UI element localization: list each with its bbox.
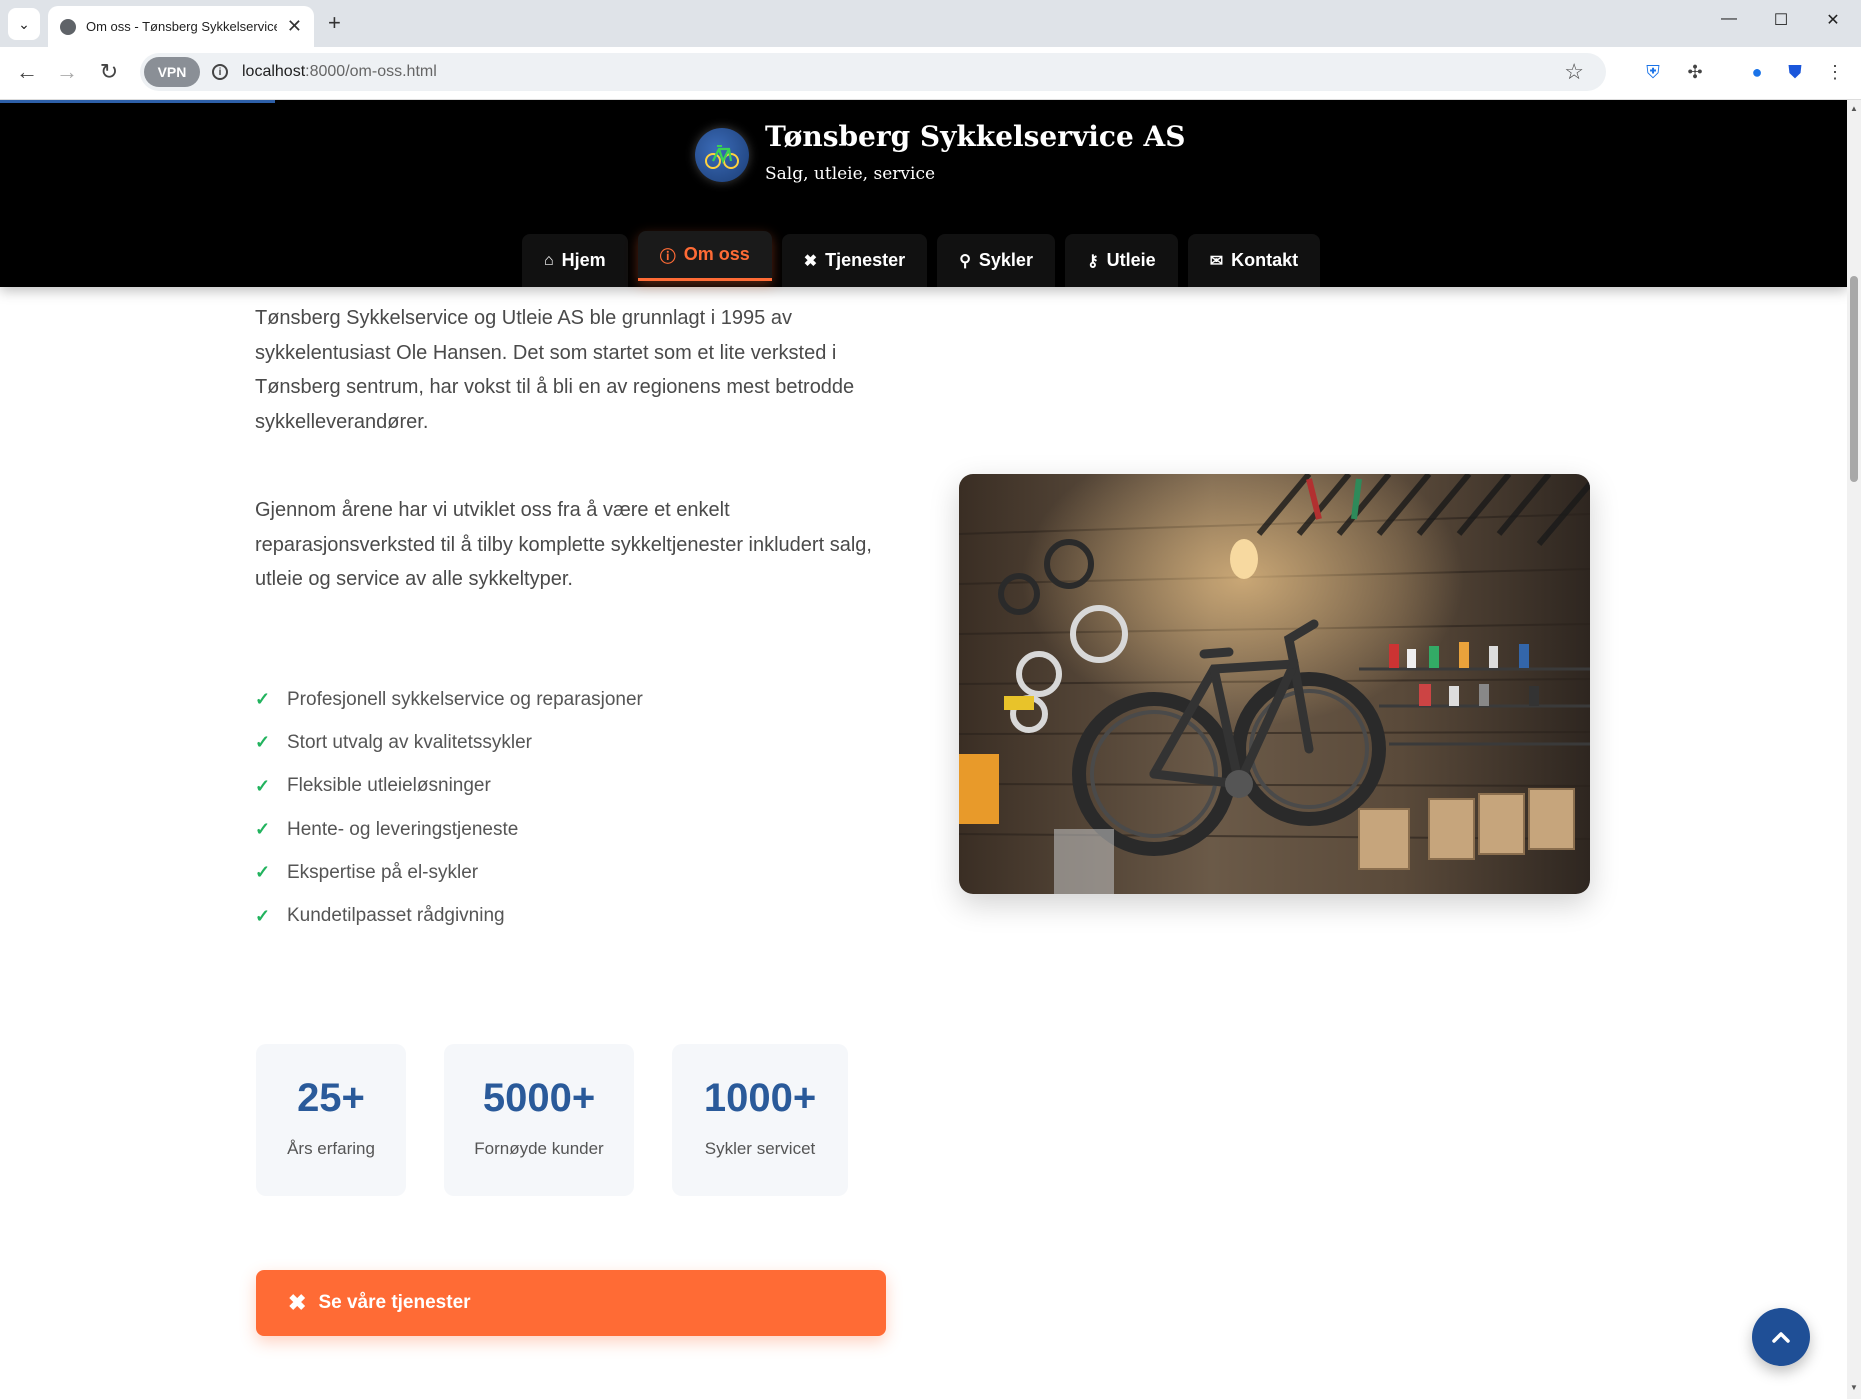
back-icon[interactable]: ← [12, 59, 42, 85]
new-tab-button[interactable]: + [328, 10, 341, 36]
maximize-icon[interactable]: ☐ [1766, 10, 1796, 30]
browser-tab[interactable]: Om oss - Tønsberg Sykkelservice o ✕ [48, 6, 314, 47]
nav-item-utleie[interactable]: ⚷ Utleie [1064, 234, 1178, 287]
bookmark-star-icon[interactable]: ☆ [1564, 59, 1584, 85]
address-bar[interactable]: VPN i localhost:8000/om-oss.html ☆ [140, 53, 1606, 91]
list-item: ✓ Profesjonell sykkelservice og reparasjo… [255, 678, 643, 721]
home-icon: ⌂ [544, 251, 554, 269]
nav-item-hjem[interactable]: ⌂ Hjem [522, 234, 628, 287]
shield-extension-icon[interactable]: ⛨ [1640, 59, 1666, 85]
tab-title: Om oss - Tønsberg Sykkelservice o [86, 19, 277, 34]
browser-menu-icon[interactable]: ⋮ [1822, 59, 1848, 85]
page-load-bar [0, 100, 275, 103]
nav-label: Tjenester [825, 250, 906, 270]
minimize-icon[interactable]: — [1714, 10, 1744, 28]
check-icon: ✓ [255, 732, 271, 753]
envelope-icon: ✉ [1209, 252, 1224, 270]
page-viewport: Tønsberg Sykkelservice AS Salg, utleie, … [0, 100, 1847, 1399]
reload-icon[interactable]: ↻ [94, 59, 124, 85]
nav-item-om-oss[interactable]: ⓘ Om oss [637, 231, 772, 281]
chevron-up-icon [1772, 1332, 1790, 1343]
bicycle-logo-icon [705, 145, 739, 169]
browser-toolbar: ← → ↻ VPN i localhost:8000/om-oss.html ☆… [0, 47, 1861, 100]
feature-text: Stort utvalg av kvalitetssykler [287, 731, 532, 753]
nav-label: Utleie [1106, 250, 1156, 270]
close-tab-icon[interactable]: ✕ [287, 16, 302, 37]
extensions-icon[interactable]: ✣ [1682, 59, 1708, 85]
tools-icon: ✖ [803, 252, 818, 270]
site-subtitle: Salg, utleie, service [765, 164, 936, 184]
list-item: ✓ Stort utvalg av kvalitetssykler [255, 721, 643, 764]
close-window-icon[interactable]: ✕ [1818, 10, 1848, 30]
url-text[interactable]: localhost:8000/om-oss.html [242, 63, 437, 81]
site-header: Tønsberg Sykkelservice AS Salg, utleie, … [0, 100, 1847, 287]
feature-text: Ekspertise på el-sykler [287, 861, 479, 883]
main-nav: ⌂ Hjem ⓘ Om oss ✖ Tjenester ⚲ Sykler ⚷ U… [522, 231, 1321, 287]
about-paragraph-2: Gjennom årene har vi utviklet oss fra å … [255, 499, 872, 590]
feature-text: Hente- og leveringstjeneste [287, 818, 519, 840]
list-item: ✓ Hente- og leveringstjeneste [255, 808, 643, 851]
feature-text: Profesjonell sykkelservice og reparasjon… [287, 688, 643, 710]
check-icon: ✓ [255, 775, 271, 796]
scroll-to-top-button[interactable] [1752, 1308, 1810, 1366]
stat-value: 5000+ [482, 1076, 596, 1120]
stat-value: 1000+ [703, 1076, 817, 1120]
tab-search-button[interactable]: ⌄ [8, 8, 40, 40]
stat-card: 5000+ Fornøyde kunder [444, 1044, 634, 1196]
site-info-icon[interactable]: i [212, 64, 228, 80]
scroll-up-arrow-icon[interactable]: ▲ [1850, 104, 1858, 113]
stat-card: 1000+ Sykler servicet [672, 1044, 848, 1196]
check-icon: ✓ [255, 862, 271, 883]
nav-label: Kontakt [1231, 250, 1299, 270]
feature-text: Fleksible utleieløsninger [287, 775, 491, 797]
nav-label: Sykler [978, 250, 1033, 270]
about-paragraph-1: Tønsberg Sykkelservice og Utleie AS ble … [255, 307, 855, 433]
nav-label: Hjem [561, 250, 606, 270]
forward-icon[interactable]: → [52, 59, 82, 85]
scroll-down-arrow-icon[interactable]: ▼ [1850, 1383, 1858, 1392]
feature-text: Kundetilpasset rådgivning [287, 905, 505, 927]
list-item: ✓ Ekspertise på el-sykler [255, 851, 643, 894]
site-title: Tønsberg Sykkelservice AS [765, 120, 1186, 153]
nav-item-tjenester[interactable]: ✖ Tjenester [781, 234, 928, 287]
stat-label: Fornøyde kunder [474, 1139, 604, 1158]
key-icon: ⚷ [1086, 252, 1099, 270]
stat-label: Sykler servicet [704, 1139, 816, 1158]
security-extension-icon[interactable]: ⛊ [1782, 59, 1808, 85]
vpn-badge[interactable]: VPN [144, 57, 200, 87]
nav-item-sykler[interactable]: ⚲ Sykler [937, 234, 1055, 287]
bicycle-icon: ⚲ [959, 252, 971, 270]
cta-label: Se våre tjenester [318, 1292, 471, 1313]
stat-card: 25+ Års erfaring [256, 1044, 406, 1196]
list-item: ✓ Fleksible utleieløsninger [255, 765, 643, 808]
tools-icon: ✖ [288, 1290, 307, 1315]
stat-label: Års erfaring [287, 1139, 375, 1158]
nav-item-kontakt[interactable]: ✉ Kontakt [1187, 234, 1321, 287]
globe-icon [60, 18, 76, 35]
profile-icon[interactable]: ● [1744, 59, 1770, 85]
browser-tab-strip: ⌄ Om oss - Tønsberg Sykkelservice o ✕ + … [0, 0, 1861, 47]
workshop-photo [959, 474, 1590, 894]
nav-label: Om oss [683, 244, 750, 264]
page-scrollbar[interactable]: ▲ ▼ [1847, 100, 1861, 1399]
check-icon: ✓ [255, 819, 271, 840]
bike-workshop-illustration [959, 474, 1590, 894]
check-icon: ✓ [255, 905, 271, 926]
check-icon: ✓ [255, 689, 271, 710]
logo[interactable] [695, 128, 749, 182]
scrollbar-thumb[interactable] [1850, 276, 1858, 482]
info-icon: ⓘ [659, 248, 676, 266]
stat-value: 25+ [297, 1076, 365, 1120]
list-item: ✓ Kundetilpasset rådgivning [255, 894, 643, 937]
feature-list: ✓ Profesjonell sykkelservice og reparasjo… [255, 678, 643, 938]
services-cta-button[interactable]: ✖ Se våre tjenester [256, 1270, 886, 1336]
